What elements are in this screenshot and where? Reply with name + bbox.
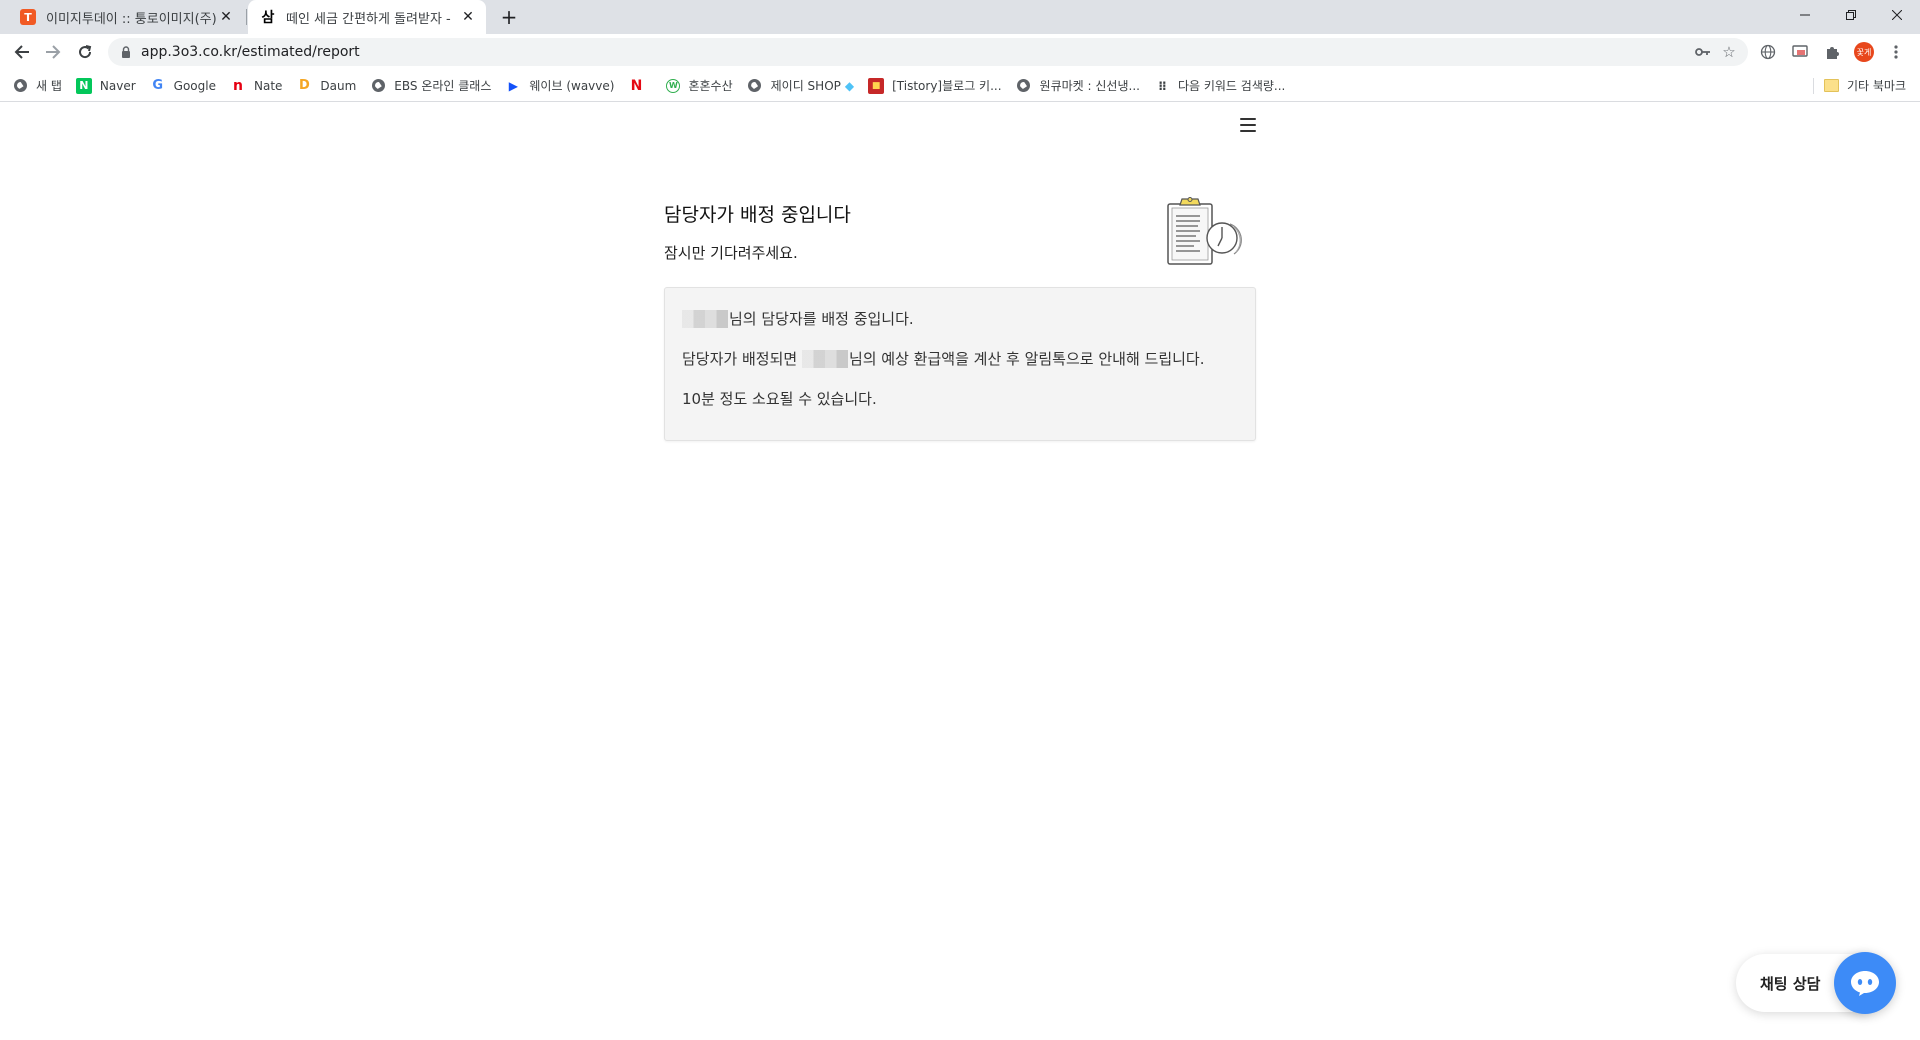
bookmark-daum[interactable]: D Daum — [296, 78, 356, 94]
bookmark-label: Google — [173, 78, 216, 93]
address-bar[interactable]: app.3o3.co.kr/estimated/report ☆ — [108, 38, 1748, 66]
more-menu-button[interactable] — [1884, 40, 1908, 64]
bookmark-label: [Tistory]블로그 키... — [892, 79, 1002, 93]
tab-separator — [246, 9, 247, 25]
url-text[interactable]: app.3o3.co.kr/estimated/report — [141, 44, 1690, 60]
minimize-icon — [1800, 14, 1810, 16]
bookmark-label: Nate — [253, 78, 283, 93]
bookmark-label: 원큐마켓 : 신선냉... — [1039, 79, 1140, 93]
arrow-left-icon — [14, 45, 29, 59]
bookmark-jd-shop[interactable]: 제이디 SHOP ◆ — [747, 77, 855, 94]
tab-strip: T 이미지투데이 :: 퉁로이미지(주) ✕ 삼 떼인 세금 간편하게 돌려받자… — [0, 0, 1920, 34]
bookmark-daum-keyword[interactable]: ⁝⁝ 다음 키워드 검색량... — [1154, 77, 1285, 94]
card-line-duration: 10분 정도 소요될 수 있습니다. — [682, 388, 877, 409]
redacted-name — [682, 309, 728, 328]
globe-icon — [370, 78, 386, 94]
bookmark-wavve[interactable]: ▶ 웨이브 (wavve) — [505, 77, 615, 94]
bookmark-label: 다음 키워드 검색량... — [1177, 79, 1286, 93]
avatar: 꽃게 — [1854, 42, 1874, 62]
chat-button[interactable] — [1834, 952, 1896, 1014]
bookmark-new-tab[interactable]: 새 탭 — [12, 77, 62, 94]
menu-button[interactable] — [1240, 118, 1256, 132]
bookmark-label: 제이디 SHOP — [770, 79, 841, 93]
bookmark-label: 새 탭 — [36, 79, 62, 93]
page-title: 담당자가 배정 중입니다 — [664, 204, 851, 226]
minimize-button[interactable] — [1782, 0, 1828, 30]
bookmark-label: EBS 온라인 클래스 — [394, 79, 492, 93]
bookmark-onecue[interactable]: 원큐마켓 : 신선냉... — [1016, 77, 1140, 94]
tab-title: 떼인 세금 간편하게 돌려받자 - — [286, 11, 451, 27]
page-subtitle: 잠시만 기다려주세요. — [664, 244, 798, 262]
netflix-icon: N — [630, 77, 643, 94]
tab-title: 이미지투데이 :: 퉁로이미지(주) — [46, 11, 217, 27]
3o3-favicon-icon: 삼 — [261, 10, 275, 26]
profile-button[interactable]: 꽃게 — [1852, 40, 1876, 64]
tab-3o3[interactable]: 삼 떼인 세금 간편하게 돌려받자 - ✕ — [248, 0, 486, 34]
bookmark-google[interactable]: G Google — [150, 78, 216, 94]
globe-icon — [12, 78, 28, 94]
arrow-right-icon — [46, 45, 61, 59]
bookmark-nate[interactable]: n Nate — [230, 78, 282, 94]
bookmark-netflix[interactable]: N — [628, 78, 652, 94]
kebab-menu-icon — [1894, 45, 1898, 59]
restore-icon — [1846, 10, 1856, 20]
card-text: 님의 예상 환급액을 계산 후 알림톡으로 안내해 드립니다. — [848, 350, 1205, 368]
shop-icon: W — [666, 78, 681, 93]
wavve-icon: ▶ — [508, 78, 518, 93]
browser-toolbar: app.3o3.co.kr/estimated/report ☆ 꽃게 — [0, 34, 1920, 70]
close-icon[interactable]: ✕ — [460, 9, 476, 25]
bookmark-ebs[interactable]: EBS 온라인 클래스 — [370, 77, 491, 94]
card-line-notification: 담당자가 배정되면 님의 예상 환급액을 계산 후 알림톡으로 안내해 드립니다… — [682, 348, 1204, 369]
bookmark-label: 혼혼수산 — [688, 79, 733, 93]
other-bookmarks[interactable]: 기타 북마크 — [1812, 70, 1906, 101]
new-tab-button[interactable]: + — [498, 7, 520, 29]
chat-label-text: 채팅 상담 — [1760, 974, 1821, 993]
diamond-icon: ◆ — [844, 78, 855, 93]
other-bookmarks-label: 기타 북마크 — [1846, 79, 1906, 93]
reload-button[interactable] — [72, 39, 98, 65]
clipboard-clock-icon — [1167, 197, 1242, 265]
tab-imagetoday[interactable]: T 이미지투데이 :: 퉁로이미지(주) ✕ — [8, 0, 244, 34]
hamburger-icon — [1240, 118, 1256, 120]
imagetoday-favicon-icon: T — [20, 9, 36, 25]
chat-bubble-icon — [1851, 971, 1879, 996]
google-icon: G — [152, 78, 163, 93]
card-line-assigning: 님의 담당자를 배정 중입니다. — [682, 308, 914, 329]
key-icon[interactable] — [1690, 39, 1716, 65]
bookmark-label: Naver — [99, 78, 136, 93]
bookmark-tistory[interactable]: ■ [Tistory]블로그 키... — [868, 77, 1002, 94]
translate-icon[interactable] — [1756, 40, 1780, 64]
extensions-puzzle-icon[interactable] — [1820, 40, 1844, 64]
cast-icon[interactable] — [1788, 40, 1812, 64]
back-button[interactable] — [9, 39, 35, 65]
restore-button[interactable] — [1828, 0, 1874, 30]
card-text: 담당자가 배정되면 — [682, 350, 802, 368]
card-text: 님의 담당자를 배정 중입니다. — [729, 310, 914, 328]
globe-icon — [1016, 78, 1032, 94]
dots-icon: ⁝⁝ — [1158, 78, 1166, 93]
card-text: 10분 정도 소요될 수 있습니다. — [682, 390, 877, 408]
redacted-name — [801, 349, 848, 368]
forward-button[interactable] — [40, 39, 66, 65]
close-icon — [1892, 10, 1902, 20]
reload-icon — [79, 45, 92, 59]
nate-icon: n — [233, 77, 243, 94]
close-icon[interactable]: ✕ — [218, 9, 234, 25]
lock-icon — [119, 45, 133, 59]
folder-icon — [1823, 79, 1839, 92]
info-card: 님의 담당자를 배정 중입니다. 담당자가 배정되면 님의 예상 환급액을 계산… — [664, 287, 1256, 441]
daum-icon: D — [299, 78, 310, 93]
bookmark-honhon[interactable]: W 혼혼수산 — [666, 77, 733, 94]
divider — [1812, 77, 1814, 94]
bookmarks-bar: 새 탭 N Naver G Google n Nate D Daum EBS 온… — [0, 70, 1920, 102]
bookmark-label: 웨이브 (wavve) — [529, 79, 615, 93]
window-close-button[interactable] — [1874, 0, 1920, 30]
page-content: 담당자가 배정 중입니다 잠시만 기다려주세요. 님의 담당자를 배정 중입니다… — [0, 102, 1920, 1040]
globe-icon — [747, 78, 763, 94]
bookmark-naver[interactable]: N Naver — [75, 77, 136, 94]
naver-icon: N — [75, 77, 92, 94]
star-icon[interactable]: ☆ — [1716, 39, 1742, 65]
tistory-icon: ■ — [868, 77, 885, 94]
bookmark-label: Daum — [320, 78, 357, 93]
